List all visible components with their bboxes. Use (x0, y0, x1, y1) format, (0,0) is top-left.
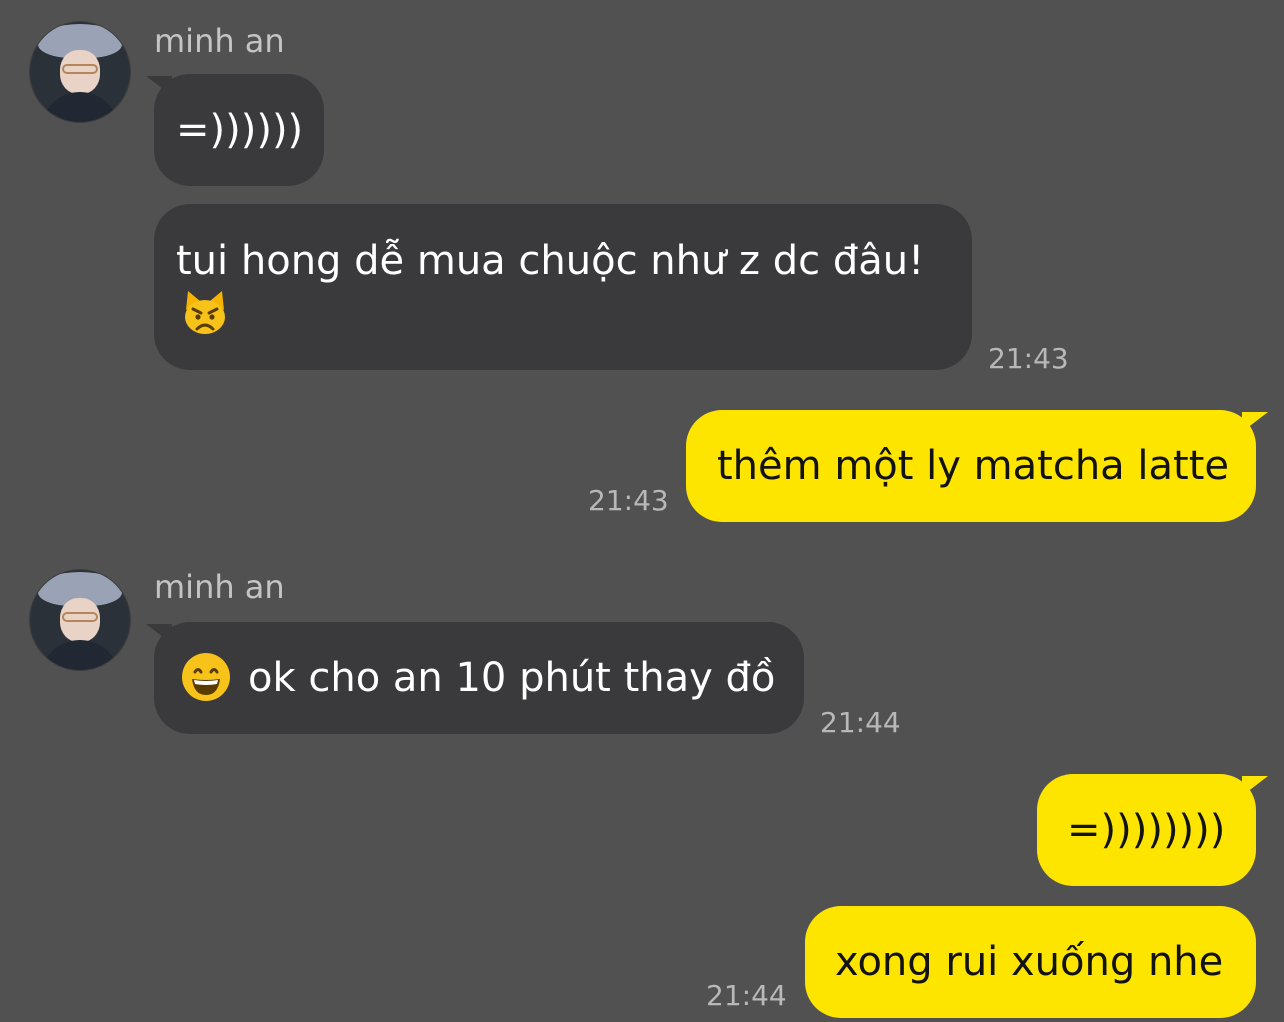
message-bubble[interactable]: =)))))))) (1037, 774, 1256, 886)
angry-cat-emoji-icon (185, 291, 225, 334)
message-bubble[interactable]: thêm một ly matcha latte (686, 410, 1256, 522)
bubble-tail (1242, 412, 1268, 432)
message-bubble[interactable]: xong rui xuống nhe (805, 906, 1256, 1018)
grinning-face-emoji-icon (182, 653, 230, 701)
timestamp: 21:43 (588, 484, 669, 517)
message-text: =)))))))) (1067, 807, 1226, 853)
timestamp: 21:44 (706, 979, 787, 1012)
message-text: ok cho an 10 phút thay đồ (248, 655, 776, 701)
sender-name: minh an (154, 568, 285, 606)
message-bubble[interactable]: =)))))) (154, 74, 324, 186)
message-text: xong rui xuống nhe (835, 939, 1224, 985)
bubble-tail (1242, 776, 1268, 796)
message-bubble[interactable]: tui hong dễ mua chuộc như z dc đâu! (154, 204, 972, 370)
message-bubble[interactable]: ok cho an 10 phút thay đồ (154, 622, 804, 734)
timestamp: 21:44 (820, 706, 901, 739)
avatar[interactable] (30, 22, 130, 122)
message-text: tui hong dễ mua chuộc như z dc đâu! (176, 238, 925, 284)
sender-name: minh an (154, 22, 285, 60)
timestamp: 21:43 (988, 342, 1069, 375)
message-text: thêm một ly matcha latte (717, 443, 1229, 489)
message-text: =)))))) (176, 107, 304, 153)
avatar[interactable] (30, 570, 130, 670)
